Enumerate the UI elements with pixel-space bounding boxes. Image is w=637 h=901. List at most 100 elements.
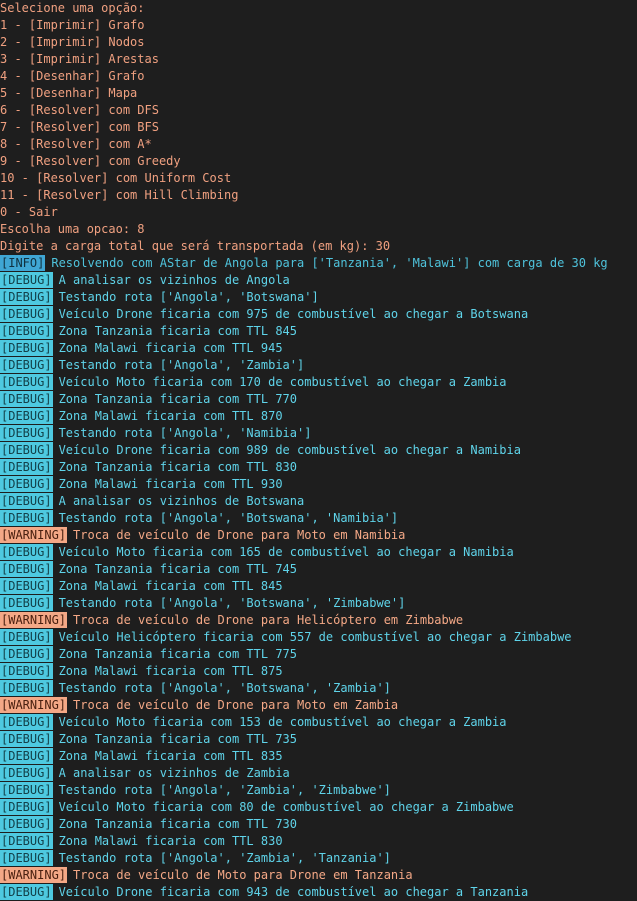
log-line: [DEBUG] Zona Malawi ficaria com TTL 870 — [0, 408, 637, 425]
log-message: Testando rota ['Angola', 'Zambia', 'Zimb… — [58, 783, 391, 797]
log-message: Veículo Moto ficaria com 165 de combustí… — [58, 545, 514, 559]
log-line: [DEBUG] Zona Tanzania ficaria com TTL 730 — [0, 816, 637, 833]
log-line: [DEBUG] Zona Tanzania ficaria com TTL 775 — [0, 646, 637, 663]
log-message: Testando rota ['Angola', 'Botswana', 'Za… — [58, 681, 391, 695]
log-level-badge: [DEBUG] — [0, 850, 53, 866]
menu-options-list: 1 - [Imprimir] Grafo 2 - [Imprimir] Nodos… — [0, 17, 637, 221]
log-line: [DEBUG] Testando rota ['Angola', 'Botswan… — [0, 680, 637, 697]
log-line: [DEBUG] Zona Tanzania ficaria com TTL 735 — [0, 731, 637, 748]
log-message: Veículo Drone ficaria com 975 de combust… — [58, 307, 529, 321]
log-message: Zona Tanzania ficaria com TTL 770 — [58, 392, 297, 406]
log-line: [DEBUG] Zona Malawi ficaria com TTL 945 — [0, 340, 637, 357]
log-line: [DEBUG] Testando rota ['Angola', 'Botswan… — [0, 510, 637, 527]
menu-option: 7 - [Resolver] com BFS — [0, 120, 159, 134]
log-line: [DEBUG] Zona Tanzania ficaria com TTL 830 — [0, 459, 637, 476]
log-output: [INFO] Resolvendo com AStar de Angola par… — [0, 255, 637, 901]
log-message: Zona Tanzania ficaria com TTL 845 — [58, 324, 297, 338]
log-level-badge: [DEBUG] — [0, 306, 53, 322]
log-message: Zona Tanzania ficaria com TTL 730 — [58, 817, 297, 831]
log-level-badge: [DEBUG] — [0, 340, 53, 356]
log-level-badge: [DEBUG] — [0, 748, 53, 764]
log-level-badge: [DEBUG] — [0, 391, 53, 407]
menu-option: 11 - [Resolver] com Hill Climbing — [0, 188, 239, 202]
log-message: Troca de veículo de Moto para Drone em T… — [73, 868, 413, 882]
log-message: Veículo Drone ficaria com 943 de combust… — [58, 885, 529, 899]
log-level-badge: [WARNING] — [0, 867, 68, 883]
log-line: [DEBUG] Zona Malawi ficaria com TTL 835 — [0, 748, 637, 765]
log-level-badge: [DEBUG] — [0, 816, 53, 832]
log-message: Testando rota ['Angola', 'Namibia'] — [58, 426, 312, 440]
log-message: Zona Malawi ficaria com TTL 835 — [58, 749, 283, 763]
log-level-badge: [DEBUG] — [0, 544, 53, 560]
log-line: [DEBUG] Veículo Moto ficaria com 165 de c… — [0, 544, 637, 561]
log-level-badge: [DEBUG] — [0, 629, 53, 645]
log-level-badge: [DEBUG] — [0, 442, 53, 458]
log-line: [DEBUG] Veículo Drone ficaria com 943 de … — [0, 884, 637, 901]
log-message: Testando rota ['Angola', 'Zambia'] — [58, 358, 305, 372]
log-line: [DEBUG] Testando rota ['Angola', 'Zambia'… — [0, 850, 637, 867]
log-line: [DEBUG] Zona Malawi ficaria com TTL 930 — [0, 476, 637, 493]
log-line: [WARNING] Troca de veículo de Drone para … — [0, 527, 637, 544]
log-line: [DEBUG] Zona Malawi ficaria com TTL 845 — [0, 578, 637, 595]
menu-option: 10 - [Resolver] com Uniform Cost — [0, 171, 232, 185]
log-line: [DEBUG] Zona Tanzania ficaria com TTL 770 — [0, 391, 637, 408]
log-level-badge: [DEBUG] — [0, 357, 53, 373]
log-message: Testando rota ['Angola', 'Botswana', 'Zi… — [58, 596, 406, 610]
log-line: [DEBUG] Veículo Moto ficaria com 153 de c… — [0, 714, 637, 731]
log-level-badge: [DEBUG] — [0, 714, 53, 730]
log-line: [WARNING] Troca de veículo de Moto para D… — [0, 867, 637, 884]
log-level-badge: [DEBUG] — [0, 884, 53, 900]
menu-prompt: Selecione uma opção: — [0, 1, 145, 15]
log-line: [DEBUG] A analisar os vizinhos de Angola — [0, 272, 637, 289]
log-message: Troca de veículo de Drone para Helicópte… — [73, 613, 464, 627]
log-message: Testando rota ['Angola', 'Zambia', 'Tanz… — [58, 851, 391, 865]
log-message: Zona Malawi ficaria com TTL 930 — [58, 477, 283, 491]
log-line: [DEBUG] Veículo Drone ficaria com 975 de … — [0, 306, 637, 323]
log-line: [DEBUG] A analisar os vizinhos de Zambia — [0, 765, 637, 782]
log-level-badge: [DEBUG] — [0, 731, 53, 747]
log-level-badge: [WARNING] — [0, 527, 68, 543]
log-message: A analisar os vizinhos de Botswana — [58, 494, 305, 508]
log-line: [DEBUG] Zona Tanzania ficaria com TTL 745 — [0, 561, 637, 578]
log-message: Zona Tanzania ficaria com TTL 745 — [58, 562, 297, 576]
log-line: [DEBUG] Testando rota ['Angola', 'Zambia'… — [0, 357, 637, 374]
log-line: [INFO] Resolvendo com AStar de Angola par… — [0, 255, 637, 272]
log-message: Zona Tanzania ficaria com TTL 830 — [58, 460, 297, 474]
log-message: Zona Malawi ficaria com TTL 830 — [58, 834, 283, 848]
menu-option: 2 - [Imprimir] Nodos — [0, 35, 145, 49]
log-level-badge: [WARNING] — [0, 697, 68, 713]
log-message: Zona Malawi ficaria com TTL 870 — [58, 409, 283, 423]
log-line: [DEBUG] Testando rota ['Angola', 'Namibia… — [0, 425, 637, 442]
log-level-badge: [DEBUG] — [0, 425, 53, 441]
log-line: [DEBUG] Zona Malawi ficaria com TTL 875 — [0, 663, 637, 680]
log-message: Veículo Moto ficaria com 170 de combustí… — [58, 375, 507, 389]
log-line: [WARNING] Troca de veículo de Drone para … — [0, 697, 637, 714]
log-level-badge: [DEBUG] — [0, 782, 53, 798]
log-level-badge: [DEBUG] — [0, 765, 53, 781]
log-message: Zona Malawi ficaria com TTL 845 — [58, 579, 283, 593]
menu-option: 5 - [Desenhar] Mapa — [0, 86, 138, 100]
log-message: Zona Malawi ficaria com TTL 875 — [58, 664, 283, 678]
log-message: Resolvendo com AStar de Angola para ['Ta… — [51, 256, 608, 270]
log-level-badge: [DEBUG] — [0, 663, 53, 679]
menu-option: 0 - Sair — [0, 205, 58, 219]
cargo-input-line: Digite a carga total que será transporta… — [0, 239, 391, 253]
log-level-badge: [DEBUG] — [0, 646, 53, 662]
log-level-badge: [DEBUG] — [0, 459, 53, 475]
log-level-badge: [DEBUG] — [0, 374, 53, 390]
log-message: A analisar os vizinhos de Zambia — [58, 766, 290, 780]
log-message: Zona Tanzania ficaria com TTL 735 — [58, 732, 297, 746]
log-line: [DEBUG] Zona Tanzania ficaria com TTL 845 — [0, 323, 637, 340]
log-level-badge: [DEBUG] — [0, 578, 53, 594]
terminal-output[interactable]: Selecione uma opção: 1 - [Imprimir] Graf… — [0, 0, 637, 901]
menu-option: 3 - [Imprimir] Arestas — [0, 52, 159, 66]
log-message: Veículo Moto ficaria com 153 de combustí… — [58, 715, 507, 729]
log-level-badge: [DEBUG] — [0, 833, 53, 849]
log-message: Testando rota ['Angola', 'Botswana', 'Na… — [58, 511, 399, 525]
menu-option: 6 - [Resolver] com DFS — [0, 103, 159, 117]
log-level-badge: [DEBUG] — [0, 272, 53, 288]
log-message: Zona Tanzania ficaria com TTL 775 — [58, 647, 297, 661]
log-level-badge: [DEBUG] — [0, 595, 53, 611]
log-message: Veículo Helicóptero ficaria com 557 de c… — [58, 630, 572, 644]
log-level-badge: [DEBUG] — [0, 680, 53, 696]
